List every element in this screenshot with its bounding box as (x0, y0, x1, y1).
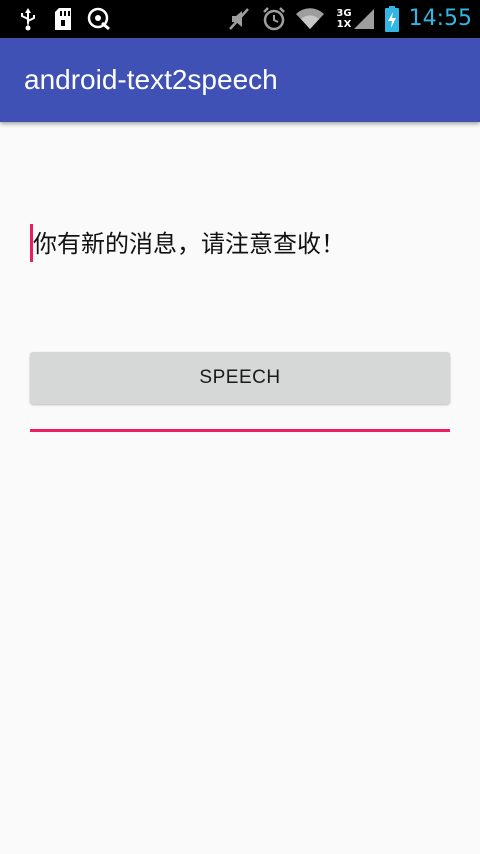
input-underline (30, 429, 450, 432)
usb-icon (16, 0, 40, 38)
mute-icon (226, 0, 252, 38)
wifi-icon (294, 0, 326, 38)
alarm-icon (260, 0, 288, 38)
main-content: 你有新的消息，请注意查收！ SPEECH (0, 122, 480, 854)
message-input[interactable]: 你有新的消息，请注意查收！ (30, 224, 450, 432)
network-label: 3G (336, 8, 352, 19)
message-input-value: 你有新的消息，请注意查收！ (33, 230, 345, 258)
network-type-label: 3G 1X (336, 0, 352, 38)
status-time: 14:55 (408, 6, 472, 31)
dictionary-icon (86, 0, 112, 38)
sd-card-icon (52, 0, 74, 38)
network-sub-label: 1X (336, 19, 352, 30)
app-bar: android-text2speech (0, 38, 480, 122)
speech-button[interactable]: SPEECH (30, 352, 450, 404)
signal-icon (352, 0, 376, 38)
battery-charging-icon (382, 0, 402, 38)
status-bar: 3G 1X 14:55 (0, 0, 480, 38)
app-title: android-text2speech (24, 64, 278, 95)
